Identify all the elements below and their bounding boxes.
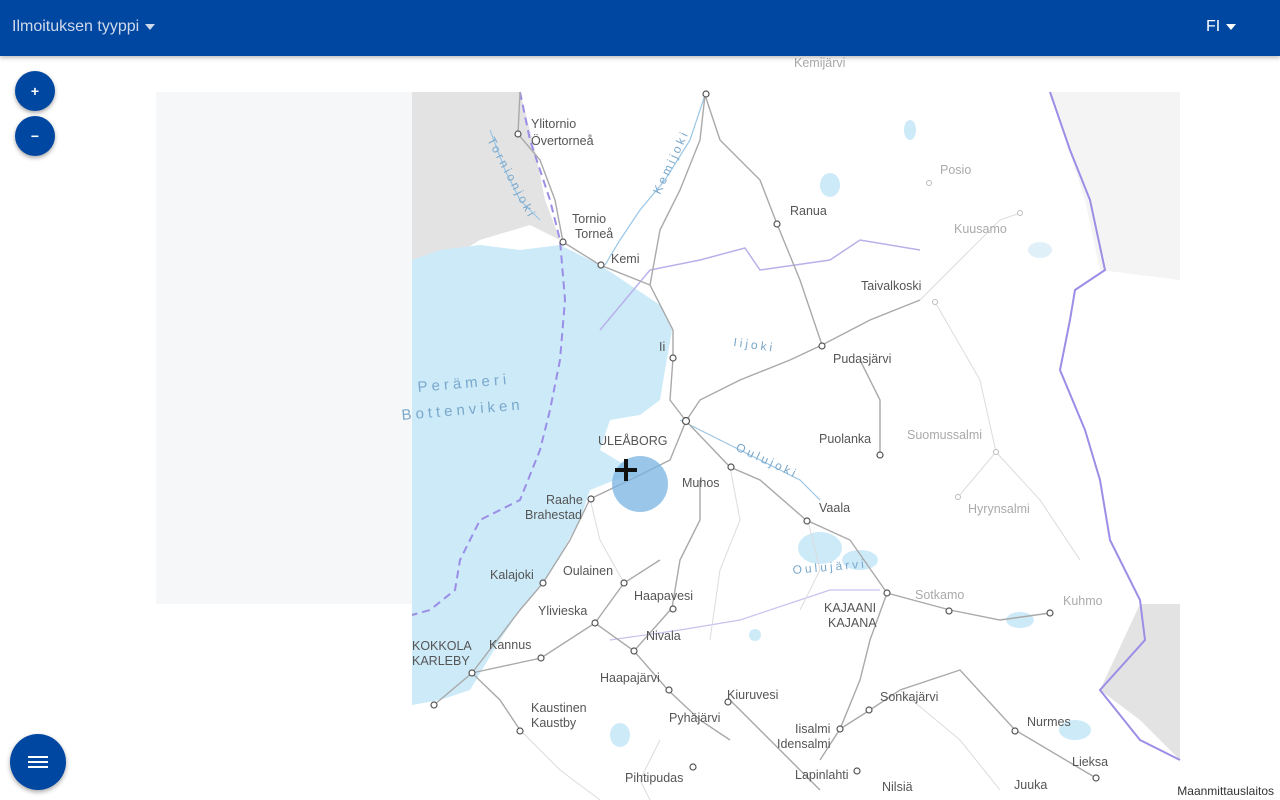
place-label: Ylitornio: [531, 117, 576, 131]
place-label: KOKKOLA: [412, 639, 472, 653]
place-label: Juuka: [1014, 778, 1047, 792]
top-bar: Ilmoituksen tyyppi FI: [0, 0, 1280, 56]
place-label: Kaustby: [531, 716, 577, 730]
place-label: Oulainen: [563, 564, 613, 578]
place-label: KARLEBY: [412, 654, 470, 668]
place-label: Pudasjärvi: [833, 352, 891, 366]
language-label: FI: [1206, 18, 1221, 35]
place-label: Pyhäjärvi: [669, 711, 720, 725]
place-label: Lapinlahti: [795, 768, 849, 782]
place-label: Nilsiä: [882, 780, 913, 794]
place-label: Kuusamo: [954, 222, 1007, 236]
map-canvas[interactable]: Perämeri Bottenviken Tornionjoki Kemijok…: [0, 56, 1280, 800]
place-label: KAJANA: [828, 616, 877, 630]
place-label: ULEÅBORG: [598, 433, 667, 448]
place-label: Kalajoki: [490, 568, 534, 582]
map-attribution: Maanmittauslaitos: [1177, 784, 1274, 798]
place-label: Haapajärvi: [600, 671, 660, 685]
place-label: Torneå: [575, 227, 613, 241]
menu-icon: [28, 756, 48, 768]
chevron-down-icon: [1226, 24, 1237, 30]
place-label: Suomussalmi: [907, 428, 982, 442]
place-label: Vaala: [819, 501, 850, 515]
place-label: Nurmes: [1027, 715, 1071, 729]
place-label: Kiuruvesi: [727, 688, 778, 702]
place-label: Muhos: [682, 476, 720, 490]
plus-icon: [615, 459, 637, 481]
place-label: Raahe: [546, 493, 583, 507]
place-label: Haapavesi: [634, 589, 693, 603]
place-label: Kaustinen: [531, 701, 587, 715]
place-label: Lieksa: [1072, 755, 1108, 769]
place-label: Tornio: [572, 212, 606, 226]
place-label: Kannus: [489, 638, 531, 652]
zoom-out-button[interactable]: −: [15, 116, 55, 156]
notification-type-dropdown[interactable]: Ilmoituksen tyyppi: [12, 18, 156, 36]
place-label: Kemi: [611, 252, 639, 266]
place-label: Kuhmo: [1063, 594, 1103, 608]
place-label: Iisalmi: [795, 722, 830, 736]
place-label: Ranua: [790, 204, 827, 218]
place-label: Brahestad: [525, 508, 582, 522]
chevron-down-icon: [145, 24, 156, 30]
place-label: Puolanka: [819, 432, 871, 446]
place-label: Taivalkoski: [861, 279, 921, 293]
place-label: Posio: [940, 163, 971, 177]
place-label: Övertorneå: [531, 134, 594, 148]
menu-button[interactable]: [10, 734, 66, 790]
place-label: Hyrynsalmi: [968, 502, 1030, 516]
place-label: Ylivieska: [538, 604, 587, 618]
notification-type-label: Ilmoituksen tyyppi: [12, 18, 140, 35]
map-view[interactable]: Perämeri Bottenviken Tornionjoki Kemijok…: [0, 56, 1280, 800]
place-label: Ii: [659, 340, 665, 354]
place-label: Pihtipudas: [625, 771, 683, 785]
zoom-in-button[interactable]: +: [15, 71, 55, 111]
location-crosshair[interactable]: [612, 456, 668, 512]
place-label: Kemijärvi: [794, 56, 845, 70]
place-label: Idensalmi: [777, 737, 831, 751]
place-label: Sonkajärvi: [880, 690, 938, 704]
place-label: KAJAANI: [824, 601, 876, 615]
language-dropdown[interactable]: FI: [1206, 18, 1237, 36]
place-label: Nivala: [646, 629, 681, 643]
place-label: Sotkamo: [915, 588, 964, 602]
